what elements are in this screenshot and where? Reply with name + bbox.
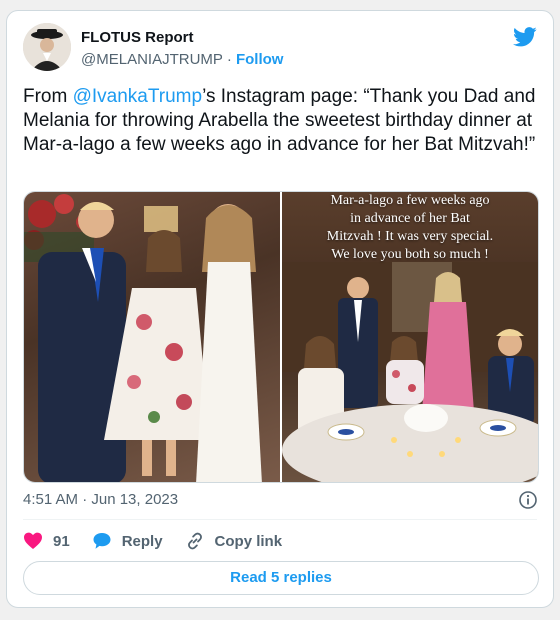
media-grid: Mar-a-lago a few weeks ago in advance of… <box>23 191 539 483</box>
heart-icon <box>24 532 42 549</box>
overlay-line: We love you both so much ! <box>331 247 489 262</box>
reply-bubble-icon <box>93 533 111 549</box>
copy-link-label: Copy link <box>214 532 283 550</box>
avatar[interactable] <box>23 23 71 71</box>
tweet-timestamp[interactable]: 4:51 AM · Jun 13, 2023 <box>23 491 178 508</box>
instagram-caption-overlay: Mar-a-lago a few weeks ago in advance of… <box>282 192 538 264</box>
tweet-actions: 91 Reply Copy link <box>23 531 304 551</box>
reply-button[interactable]: Reply <box>92 531 163 551</box>
like-button[interactable]: 91 <box>23 531 70 551</box>
info-icon[interactable] <box>519 491 537 509</box>
tweet-text-prefix: From <box>23 86 73 107</box>
author-handle[interactable]: @MELANIAJTRUMP <box>81 51 223 68</box>
link-icon <box>187 532 202 550</box>
read-replies-button[interactable]: Read 5 replies <box>23 561 539 595</box>
like-count: 91 <box>53 532 70 550</box>
separator-dot: · <box>226 51 232 68</box>
copy-link-button[interactable]: Copy link <box>185 531 283 551</box>
tweet-text: From @IvankaTrump’s Instagram page: “Tha… <box>23 85 543 157</box>
overlay-line: Mitzvah ! It was very special. <box>326 229 494 244</box>
overlay-line: Mar-a-lago a few weeks ago <box>330 193 490 208</box>
photo-left[interactable] <box>24 192 280 482</box>
author-display-name[interactable]: FLOTUS Report <box>81 29 194 46</box>
photo-right[interactable]: Mar-a-lago a few weeks ago in advance of… <box>282 192 538 482</box>
divider <box>23 519 537 520</box>
tweet-card: FLOTUS Report @MELANIAJTRUMP · Follow Fr… <box>6 10 554 608</box>
reply-label: Reply <box>121 532 163 550</box>
author-handle-row: @MELANIAJTRUMP · Follow <box>81 51 283 68</box>
user-avatar-icon <box>23 23 71 71</box>
mention-link[interactable]: @IvankaTrump <box>73 86 202 107</box>
follow-link[interactable]: Follow <box>236 51 284 68</box>
overlay-line: in advance of her Bat <box>350 211 470 226</box>
twitter-bird-icon[interactable] <box>513 27 537 47</box>
family-portrait-image <box>24 194 262 482</box>
